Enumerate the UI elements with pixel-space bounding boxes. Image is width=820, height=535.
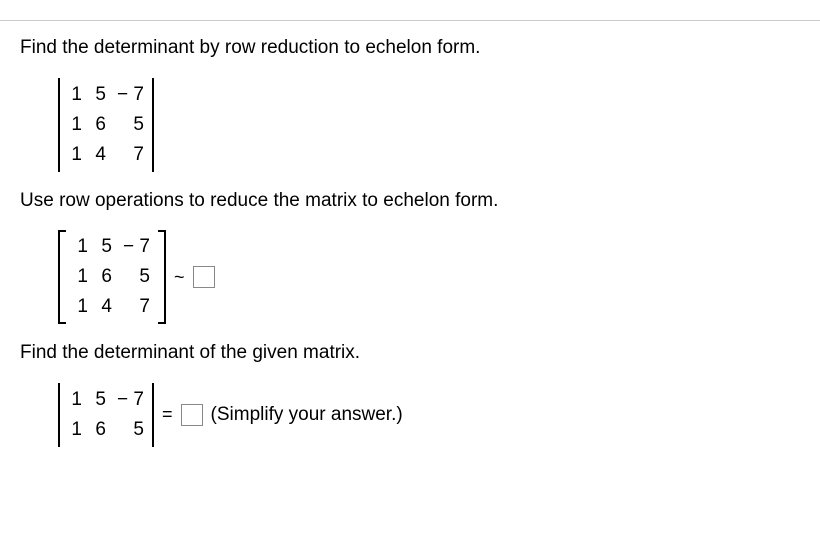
cell: 1 bbox=[68, 419, 82, 441]
cell: − 7 bbox=[116, 389, 144, 411]
cell: 1 bbox=[68, 114, 82, 136]
cell: 4 bbox=[98, 296, 112, 318]
cell: 1 bbox=[74, 296, 88, 318]
det-matrix-1: 1 5 − 7 1 6 5 1 4 7 bbox=[58, 78, 154, 172]
cell: 1 bbox=[68, 84, 82, 106]
cell: 5 bbox=[116, 419, 144, 441]
determinant-answer-row: 1 5 − 7 1 6 5 = (Simplify your answer.) bbox=[58, 383, 800, 447]
cell: 4 bbox=[92, 144, 106, 166]
simplify-hint: (Simplify your answer.) bbox=[211, 404, 403, 426]
tilde-symbol: ~ bbox=[174, 267, 185, 288]
det-bar-right bbox=[152, 78, 154, 172]
cell: 6 bbox=[92, 114, 106, 136]
matrix-body: 1 5 − 7 1 6 5 1 4 7 bbox=[60, 78, 152, 172]
matrix-body: 1 5 − 7 1 6 5 1 4 7 bbox=[66, 230, 158, 324]
cell: 7 bbox=[116, 144, 144, 166]
instruction-2: Use row operations to reduce the matrix … bbox=[20, 188, 800, 215]
cell: 6 bbox=[98, 266, 112, 288]
cell: 5 bbox=[92, 389, 106, 411]
row-reduction-step: 1 5 − 7 1 6 5 1 4 7 ~ bbox=[58, 230, 800, 324]
cell: 1 bbox=[74, 266, 88, 288]
cell: − 7 bbox=[122, 236, 150, 258]
echelon-matrix-input[interactable] bbox=[193, 266, 215, 288]
cell: 5 bbox=[92, 84, 106, 106]
cell: − 7 bbox=[116, 84, 144, 106]
cell: 5 bbox=[122, 266, 150, 288]
cell: 6 bbox=[92, 419, 106, 441]
det-bar-right bbox=[152, 383, 154, 447]
bracket-left bbox=[58, 230, 66, 324]
det-matrix-3: 1 5 − 7 1 6 5 bbox=[58, 383, 154, 447]
cell: 1 bbox=[68, 389, 82, 411]
problem-content: Find the determinant by row reduction to… bbox=[0, 21, 820, 447]
bracket-matrix-2: 1 5 − 7 1 6 5 1 4 7 bbox=[58, 230, 166, 324]
cell: 5 bbox=[116, 114, 144, 136]
instruction-1: Find the determinant by row reduction to… bbox=[20, 35, 800, 62]
cell: 5 bbox=[98, 236, 112, 258]
cell: 1 bbox=[68, 144, 82, 166]
matrix-body: 1 5 − 7 1 6 5 bbox=[60, 383, 152, 447]
determinant-display-1: 1 5 − 7 1 6 5 1 4 7 bbox=[58, 78, 800, 172]
instruction-3: Find the determinant of the given matrix… bbox=[20, 340, 800, 367]
determinant-answer-input[interactable] bbox=[181, 404, 203, 426]
equals-symbol: = bbox=[162, 404, 173, 425]
cell: 1 bbox=[74, 236, 88, 258]
cell: 7 bbox=[122, 296, 150, 318]
bracket-right bbox=[158, 230, 166, 324]
